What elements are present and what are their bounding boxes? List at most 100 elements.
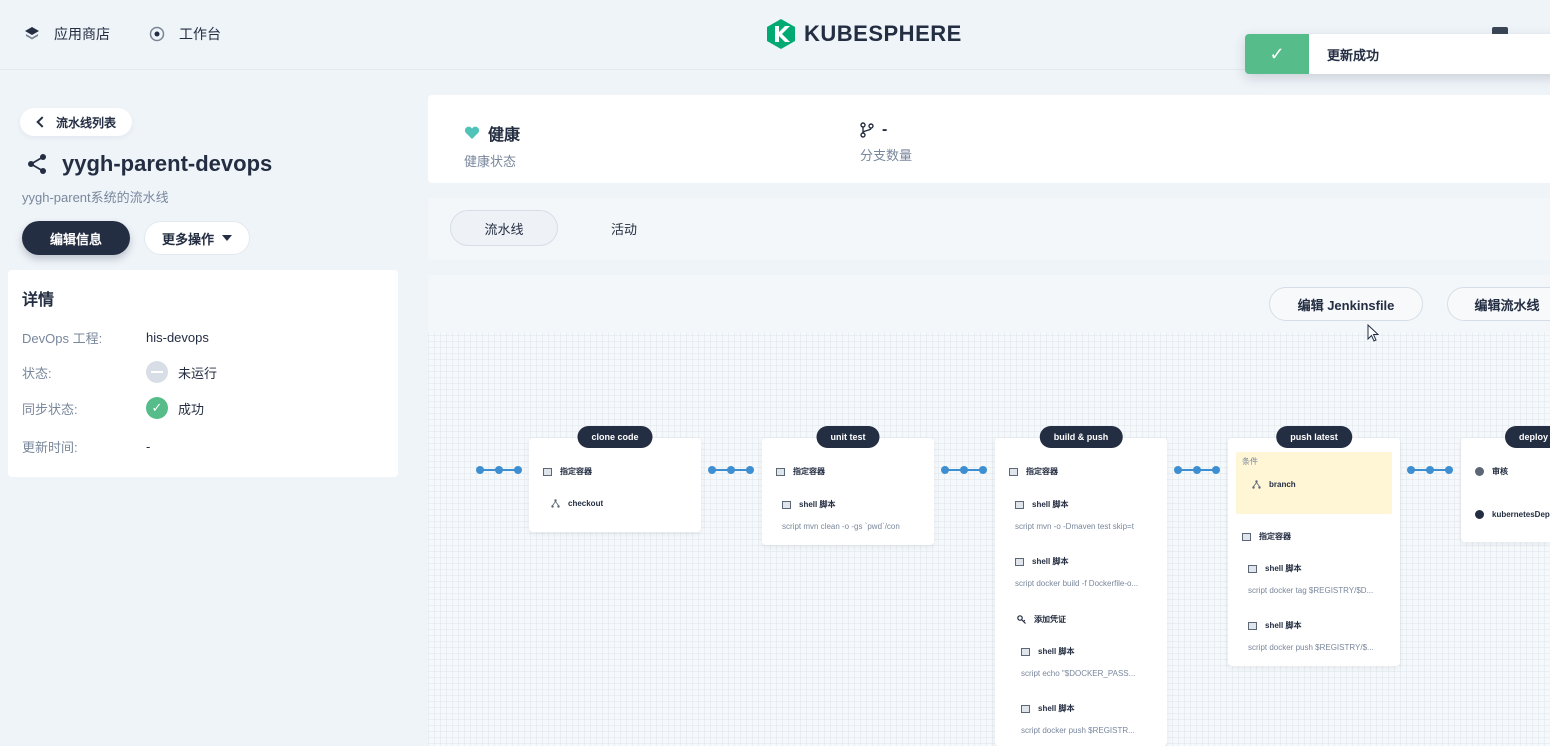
step-script: script docker tag $REGISTRY/$D... — [1248, 586, 1374, 595]
edit-jenkinsfile-button[interactable]: 编辑 Jenkinsfile — [1269, 287, 1423, 321]
edit-pipeline-button[interactable]: 编辑流水线 — [1447, 287, 1550, 321]
health-stat: 健康 健康状态 — [464, 121, 520, 170]
kubernetes-icon — [1475, 510, 1484, 519]
pipeline-name: yygh-parent-devops — [62, 151, 273, 176]
pipeline-title: yygh-parent-devops — [26, 151, 272, 177]
step-script: script docker push $REGISTR... — [1021, 726, 1135, 735]
detail-row-sync: 同步状态: ✓ 成功 — [22, 397, 204, 419]
details-title: 详情 — [22, 292, 55, 309]
step-review[interactable]: 审核 — [1461, 466, 1550, 477]
detail-value: his-devops — [146, 330, 209, 345]
terminal-icon — [1015, 557, 1024, 566]
detail-value-wrap: 未运行 — [146, 361, 217, 383]
container-icon — [543, 467, 552, 476]
mouse-cursor-icon — [1367, 324, 1379, 342]
step-script: script mvn clean -o -gs `pwd`/con — [782, 522, 900, 531]
sync-value: 成功 — [178, 401, 205, 417]
stage-title: deploy t — [1505, 426, 1550, 448]
step-kubernetes-deploy[interactable]: kubernetesDep — [1461, 510, 1550, 519]
detail-value-wrap: ✓ 成功 — [146, 397, 204, 419]
back-to-pipeline-list-button[interactable]: 流水线列表 — [20, 108, 133, 136]
tabs-bar: 流水线 活动 — [428, 198, 1550, 260]
caret-down-icon — [222, 235, 232, 241]
step-shell[interactable]: shell 脚本 script docker push $REGISTR... — [995, 703, 1167, 735]
more-actions-button[interactable]: 更多操作 — [144, 221, 250, 255]
step-shell[interactable]: shell 脚本 script docker push $REGISTRY/$.… — [1228, 620, 1400, 652]
status-value: 未运行 — [178, 365, 218, 381]
pipeline-icon — [28, 154, 46, 174]
step-container[interactable]: 指定容器 — [529, 466, 701, 477]
layers-icon — [25, 27, 39, 40]
nav-app-store[interactable]: 应用商店 — [24, 24, 110, 44]
stage-build-push[interactable]: build & push 指定容器 shell 脚本 script mvn -o… — [995, 426, 1167, 746]
stage-deploy[interactable]: deploy t 审核 kubernetesDep — [1461, 426, 1550, 542]
key-icon — [1017, 615, 1026, 624]
step-label: shell 脚本 — [1265, 621, 1302, 630]
step-add-credential[interactable]: 添加凭证 — [995, 614, 1167, 625]
stage-unit-test[interactable]: unit test 指定容器 shell 脚本 script mvn clean… — [762, 426, 934, 545]
chevron-left-icon — [36, 116, 48, 128]
step-shell[interactable]: shell 脚本 script docker build -f Dockerfi… — [995, 556, 1167, 588]
pipeline-description: yygh-parent系统的流水线 — [22, 190, 169, 205]
terminal-icon — [1248, 564, 1257, 573]
canvas-toolbar: 编辑 Jenkinsfile 编辑流水线 — [428, 275, 1550, 332]
detail-key: 同步状态: — [22, 401, 78, 417]
detail-row-updated: 更新时间: - — [22, 437, 150, 456]
detail-value: - — [146, 439, 151, 454]
stage-connector — [476, 466, 522, 474]
step-script: script docker push $REGISTRY/$... — [1248, 643, 1374, 652]
step-label: shell 脚本 — [799, 500, 836, 509]
logo-text: KUBESPHERE — [804, 21, 962, 46]
detail-row-project: DevOps 工程: his-devops — [22, 328, 209, 347]
step-script: script docker build -f Dockerfile-o... — [1015, 579, 1139, 588]
step-label: 审核 — [1492, 467, 1508, 476]
tab-activity[interactable]: 活动 — [588, 210, 660, 246]
terminal-icon — [1248, 621, 1257, 630]
terminal-icon — [1015, 500, 1024, 509]
terminal-icon — [1021, 647, 1030, 656]
health-value: 健康 — [488, 127, 521, 144]
more-actions-label: 更多操作 — [161, 231, 214, 247]
stage-connector — [1407, 466, 1453, 474]
branch-value: - — [882, 121, 888, 138]
detail-row-status: 状态: 未运行 — [22, 361, 217, 383]
pipeline-summary-card: 健康 健康状态 - 分支数量 — [428, 95, 1550, 183]
step-shell[interactable]: shell 脚本 script echo "$DOCKER_PASS... — [995, 646, 1167, 678]
container-icon — [1242, 532, 1251, 541]
toast-message: 更新成功 — [1327, 47, 1380, 63]
condition-block[interactable]: 条件 branch — [1236, 452, 1392, 514]
stage-title: unit test — [816, 426, 880, 448]
step-label: shell 脚本 — [1038, 704, 1075, 713]
stage-connector — [708, 466, 754, 474]
success-icon: ✓ — [146, 397, 168, 419]
stage-connector — [941, 466, 987, 474]
step-label: 指定容器 — [1259, 532, 1291, 541]
condition-branch: branch — [1269, 480, 1296, 489]
edit-info-button[interactable]: 编辑信息 — [22, 221, 130, 255]
branch-label: 分支数量 — [860, 148, 913, 163]
step-container[interactable]: 指定容器 — [762, 466, 934, 477]
step-shell[interactable]: shell 脚本 script mvn -o -Dmaven test skip… — [995, 499, 1167, 531]
step-label: shell 脚本 — [1032, 557, 1069, 566]
step-label: shell 脚本 — [1032, 500, 1069, 509]
step-shell[interactable]: shell 脚本 script docker tag $REGISTRY/$D.… — [1228, 563, 1400, 595]
stage-connector — [1174, 466, 1220, 474]
step-label: shell 脚本 — [1038, 647, 1075, 656]
tab-pipeline[interactable]: 流水线 — [450, 210, 558, 246]
step-label: shell 脚本 — [1265, 564, 1302, 573]
detail-key: 状态: — [22, 365, 52, 381]
nav-app-store-label: 应用商店 — [54, 26, 110, 42]
kubesphere-logo-icon — [767, 19, 795, 49]
step-container[interactable]: 指定容器 — [995, 466, 1167, 477]
step-label: 指定容器 — [560, 467, 592, 476]
stage-push-latest[interactable]: push latest 条件 branch 指定容器 shell 脚本 scri… — [1228, 426, 1400, 666]
kubesphere-logo[interactable]: KUBESPHERE — [766, 18, 962, 50]
step-shell[interactable]: shell 脚本 script mvn clean -o -gs `pwd`/c… — [762, 499, 934, 531]
step-checkout[interactable]: checkout — [529, 499, 701, 508]
stage-clone-code[interactable]: clone code 指定容器 checkout — [529, 426, 701, 532]
step-container[interactable]: 指定容器 — [1228, 531, 1400, 542]
dashboard-icon — [149, 26, 165, 42]
step-label: 指定容器 — [1026, 467, 1058, 476]
nav-workbench[interactable]: 工作台 — [149, 24, 221, 44]
details-card: 详情 DevOps 工程: his-devops 状态: 未运行 同步状态: ✓… — [8, 270, 398, 477]
